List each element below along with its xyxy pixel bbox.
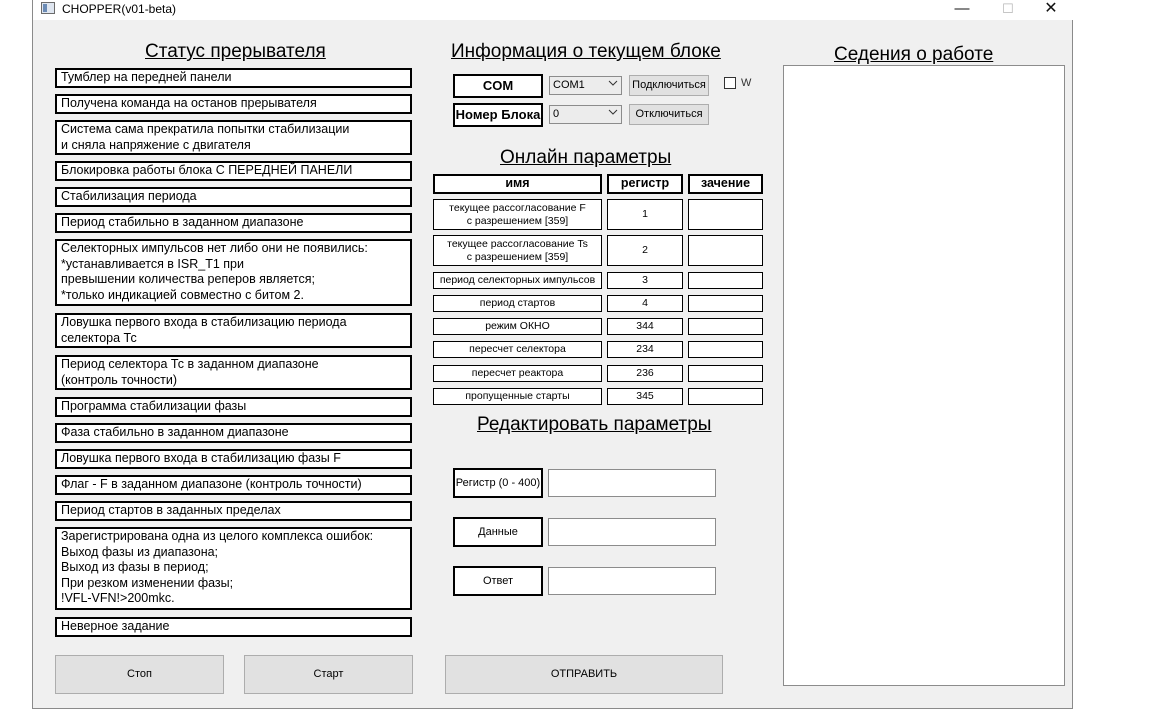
param-name: период стартов	[433, 295, 602, 312]
param-name: период селекторных импульсов	[433, 272, 602, 289]
param-value	[688, 295, 763, 312]
status-item: Тумблер на передней панели	[55, 68, 412, 88]
param-name: пересчет селектора	[433, 341, 602, 358]
disconnect-button[interactable]: Отключиться	[629, 104, 709, 125]
block-number-label: Номер Блока	[453, 103, 543, 127]
param-register: 4	[607, 295, 683, 312]
start-button[interactable]: Старт	[244, 655, 413, 694]
param-register: 3	[607, 272, 683, 289]
answer-label: Ответ	[453, 566, 543, 596]
online-params-heading: Онлайн параметры	[500, 147, 672, 168]
param-value	[688, 365, 763, 382]
param-value	[688, 341, 763, 358]
edit-params-heading: Редактировать параметры	[477, 414, 712, 435]
app-icon	[41, 2, 55, 14]
answer-field	[548, 567, 716, 595]
block-number-value: 0	[553, 108, 560, 120]
w-checkbox-label: W	[741, 77, 752, 89]
connect-button[interactable]: Подключиться	[629, 75, 709, 96]
register-label: Регистр (0 - 400)	[453, 468, 543, 498]
status-heading: Статус прерывателя	[145, 41, 326, 62]
chevron-down-icon	[608, 106, 618, 123]
block-info-heading: Информация о текущем блоке	[451, 41, 721, 62]
param-value	[688, 235, 763, 266]
param-name: режим ОКНО	[433, 318, 602, 335]
status-item: Стабилизация периода	[55, 187, 412, 207]
com-label: COM	[453, 74, 543, 98]
log-text-area[interactable]	[783, 65, 1065, 686]
param-register: 236	[607, 365, 683, 382]
status-item: Система сама прекратила попытки стабилиз…	[55, 120, 412, 155]
block-number-select[interactable]: 0	[549, 105, 622, 124]
stop-button[interactable]: Стоп	[55, 655, 224, 694]
status-item: Селекторных импульсов нет либо они не по…	[55, 239, 412, 306]
log-heading: Седения о работе	[834, 44, 994, 65]
param-value	[688, 199, 763, 230]
status-item: Ловушка первого входа в стабилизацию пер…	[55, 313, 412, 348]
close-button[interactable]: ✕	[1031, 0, 1071, 20]
param-name: текущее рассогласование Ts с разрешением…	[433, 235, 602, 266]
register-input[interactable]	[548, 469, 716, 497]
chevron-down-icon	[608, 77, 618, 94]
param-value	[688, 388, 763, 405]
column-header-value: зачение	[688, 174, 763, 194]
status-item: Программа стабилизации фазы	[55, 397, 412, 417]
param-value	[688, 318, 763, 335]
param-name: пересчет реактора	[433, 365, 602, 382]
param-name: пропущенные старты	[433, 388, 602, 405]
status-item: Ловушка первого входа в стабилизацию фаз…	[55, 449, 412, 469]
status-item: Период селектора Тс в заданном диапазоне…	[55, 355, 412, 390]
maximize-button[interactable]: ☐	[988, 0, 1028, 20]
window-title: CHOPPER(v01-beta)	[62, 2, 177, 16]
param-register: 1	[607, 199, 683, 230]
param-name: текущее рассогласование F с разрешением …	[433, 199, 602, 230]
param-register: 2	[607, 235, 683, 266]
param-register: 345	[607, 388, 683, 405]
param-register: 234	[607, 341, 683, 358]
column-header-name: имя	[433, 174, 602, 194]
app-window: CHOPPER(v01-beta) — ☐ ✕ Статус прерывате…	[32, 0, 1074, 709]
status-item: Неверное задание	[55, 617, 412, 637]
w-checkbox[interactable]	[724, 77, 736, 89]
status-item: Флаг - F в заданном диапазоне (контроль …	[55, 475, 412, 495]
status-item: Период стартов в заданных пределах	[55, 501, 412, 521]
status-item: Блокировка работы блока С ПЕРЕДНЕЙ ПАНЕЛ…	[55, 161, 412, 181]
data-label: Данные	[453, 517, 543, 547]
com-select[interactable]: COM1	[549, 76, 622, 95]
minimize-button[interactable]: —	[942, 0, 982, 20]
column-header-register: регистр	[607, 174, 683, 194]
param-value	[688, 272, 763, 289]
status-item: Фаза стабильно в заданном диапазоне	[55, 423, 412, 443]
status-item: Зарегистрирована одна из целого комплекс…	[55, 527, 412, 610]
com-select-value: COM1	[553, 79, 585, 91]
param-register: 344	[607, 318, 683, 335]
send-button[interactable]: ОТПРАВИТЬ	[445, 655, 723, 694]
title-bar[interactable]: CHOPPER(v01-beta) — ☐ ✕	[33, 0, 1074, 20]
status-item: Период стабильно в заданном диапазоне	[55, 213, 412, 233]
status-item: Получена команда на останов прерывателя	[55, 94, 412, 114]
data-input[interactable]	[548, 518, 716, 546]
